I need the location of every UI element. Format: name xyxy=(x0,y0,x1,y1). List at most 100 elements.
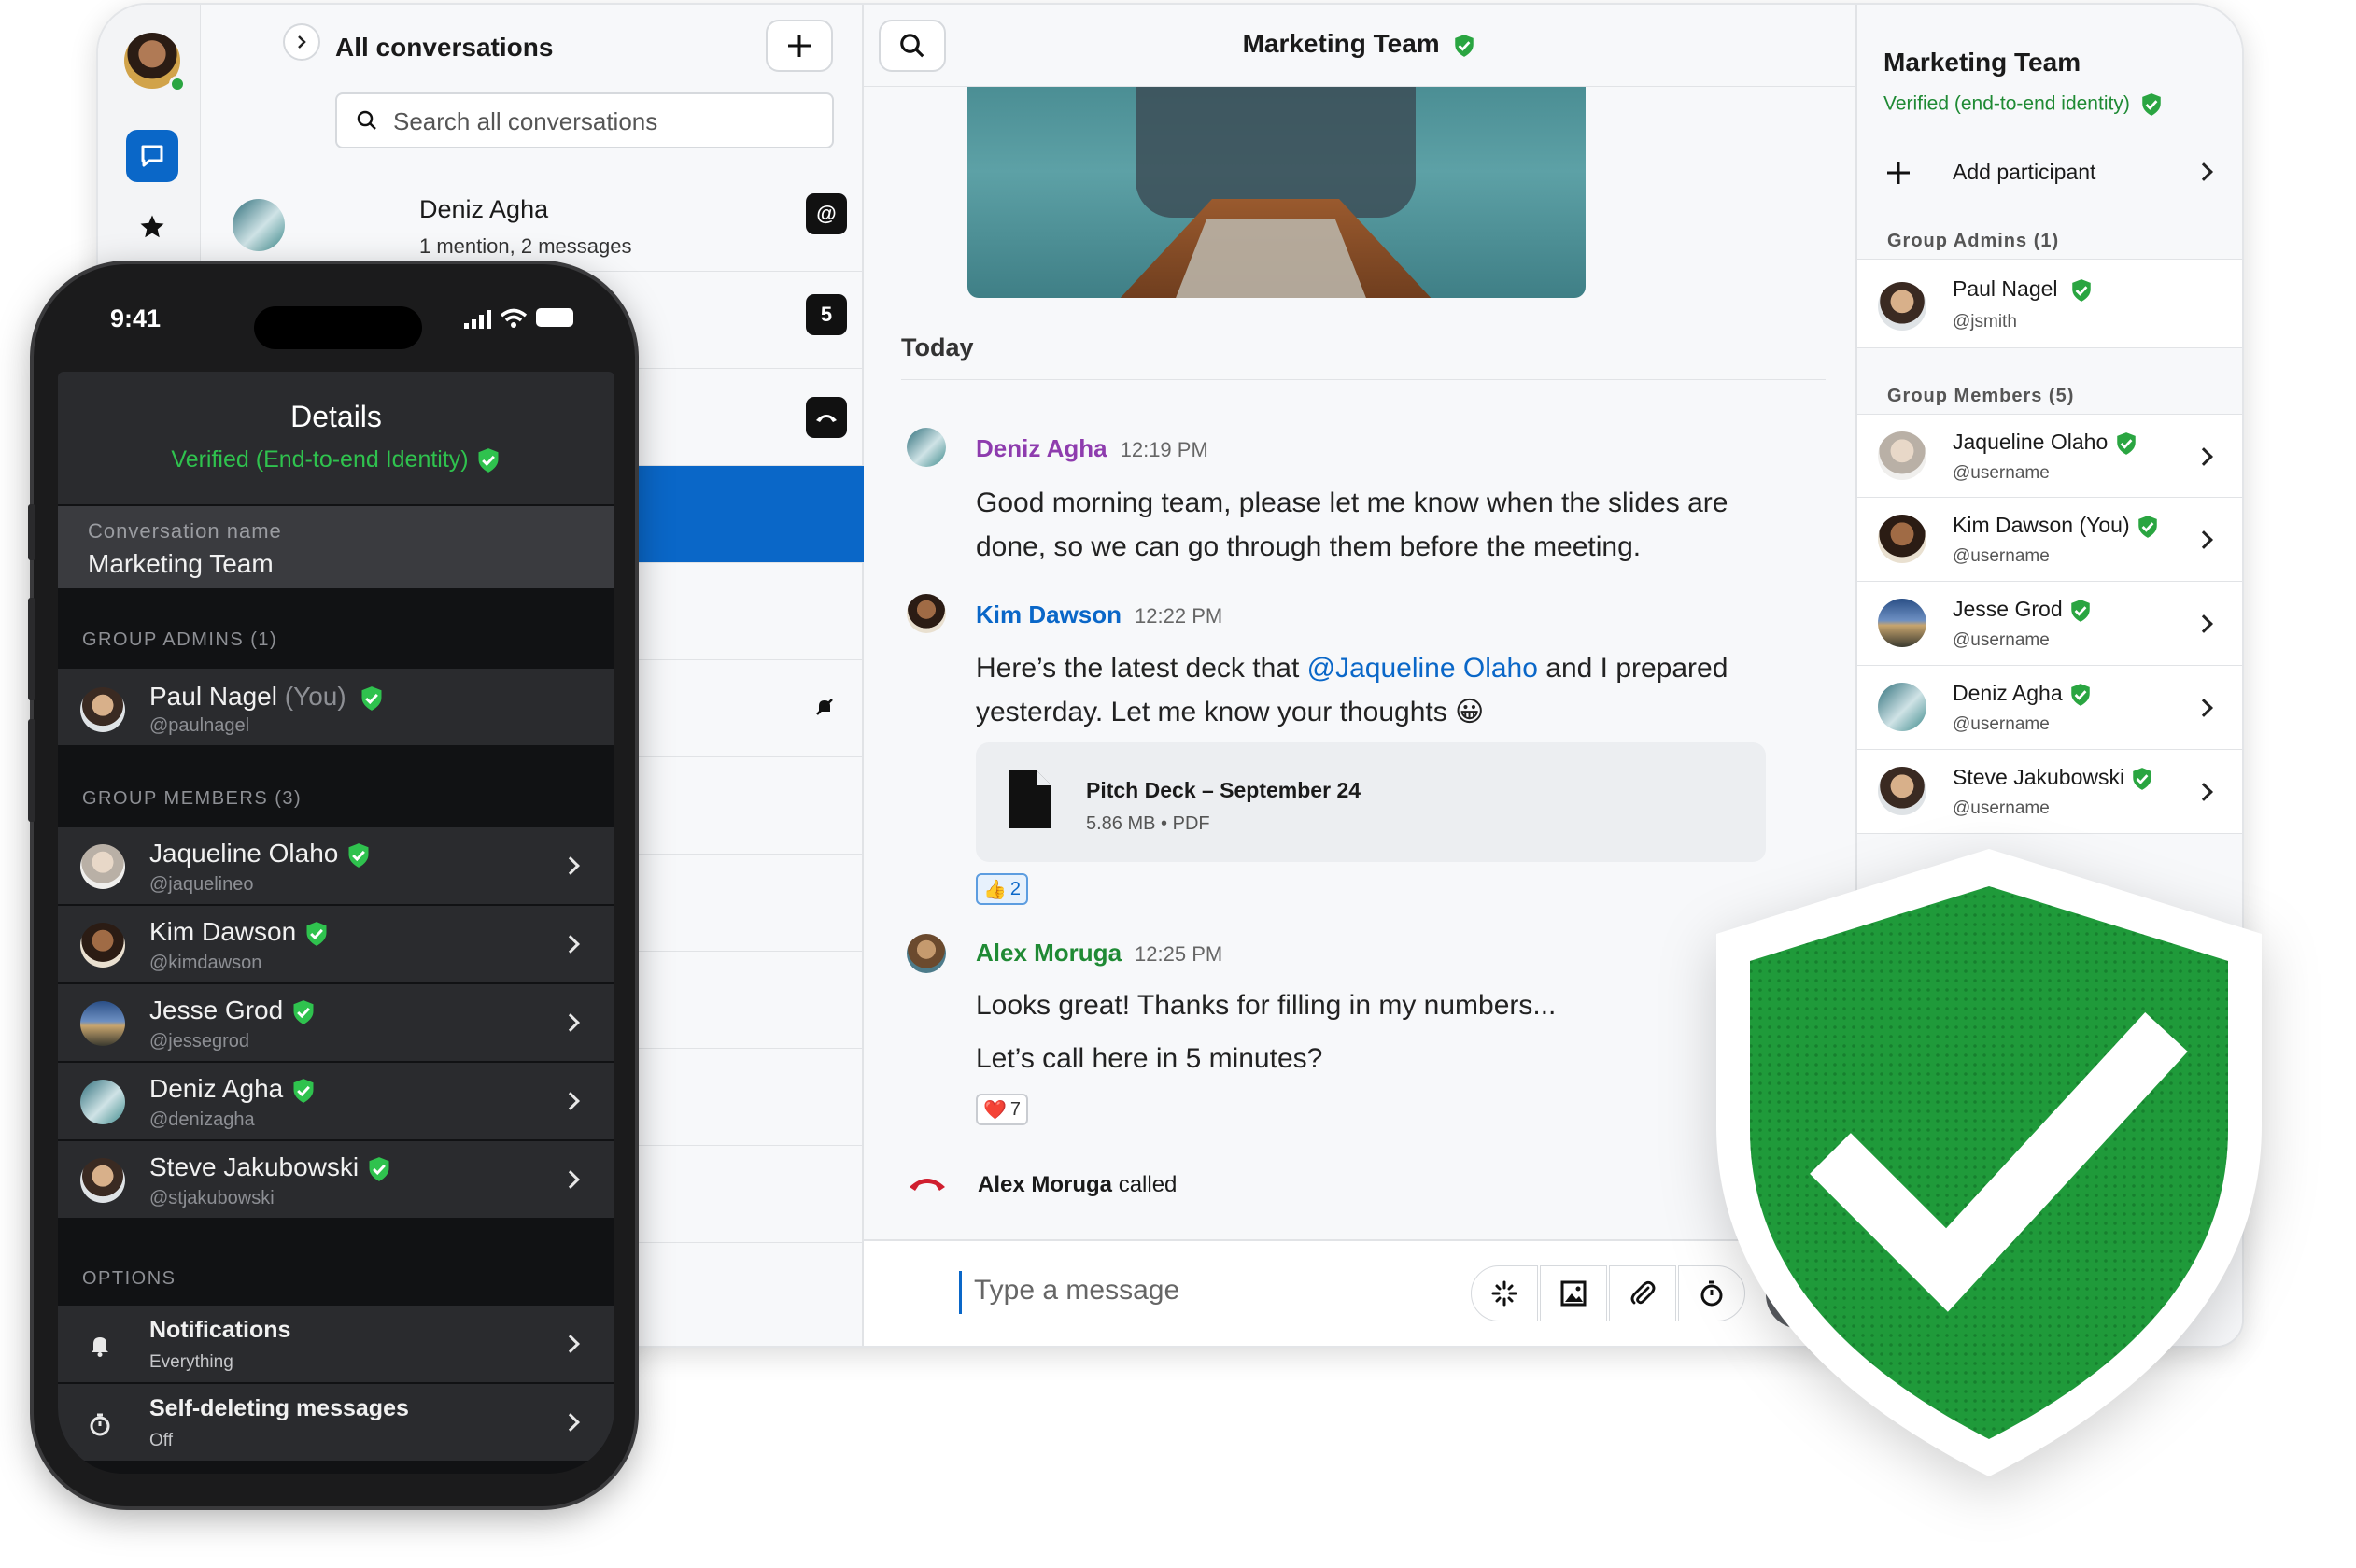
member-username: @jessegrod xyxy=(149,1031,250,1052)
avatar xyxy=(907,934,946,973)
file-icon xyxy=(1008,769,1052,830)
call-event-who: Alex Moruga xyxy=(978,1172,1113,1197)
phone-side-button xyxy=(28,504,35,560)
you-label: (You) xyxy=(276,682,346,711)
member-username: @kimdawson xyxy=(149,953,262,973)
member-row[interactable]: Deniz Agha @username xyxy=(1857,666,2242,750)
option-value: Off xyxy=(149,1431,173,1450)
text-cursor xyxy=(959,1271,962,1314)
verified-shield-icon xyxy=(1455,34,1474,57)
verified-shield-icon xyxy=(478,448,499,473)
option-label: Self-deleting messages xyxy=(149,1395,409,1421)
verified-shield-icon xyxy=(2141,93,2161,116)
add-participant-label: Add participant xyxy=(1953,160,2096,184)
shared-image[interactable] xyxy=(967,87,1586,298)
phone-options-header: OPTIONS xyxy=(82,1268,176,1289)
message-time: 12:22 PM xyxy=(1135,604,1223,628)
member-username: @username xyxy=(1953,798,2050,818)
dynamic-island xyxy=(254,306,422,349)
conversation-name-value: Marketing Team xyxy=(88,549,274,578)
phone-screen: Details Verified (End-to-end Identity) C… xyxy=(58,372,614,1474)
phone-member-row[interactable]: Kim Dawson @kimdawson xyxy=(58,906,614,984)
message-author[interactable]: Alex Moruga xyxy=(976,939,1122,967)
member-row[interactable]: Jaqueline Olaho @username xyxy=(1857,414,2242,498)
member-username: @username xyxy=(1953,463,2050,483)
chevron-right-icon xyxy=(561,1335,580,1353)
chevron-right-icon xyxy=(2194,783,2213,801)
call-event: Alex Moruga called xyxy=(978,1172,1177,1198)
phone-side-button xyxy=(28,719,35,822)
phone-verified: Verified (End-to-end Identity) xyxy=(58,446,614,473)
avatar xyxy=(907,428,946,467)
verified-shield-icon xyxy=(293,1078,314,1103)
verified-shield-icon xyxy=(361,685,382,711)
chevron-right-icon xyxy=(2194,699,2213,717)
phone-member-row[interactable]: Jesse Grod @jessegrod xyxy=(58,984,614,1063)
verified-shield-icon xyxy=(2071,684,2090,706)
new-conversation-button[interactable] xyxy=(766,20,833,72)
message-author[interactable]: Kim Dawson xyxy=(976,600,1122,629)
member-name: Jesse Grod xyxy=(149,996,284,1024)
attach-button[interactable] xyxy=(1609,1265,1676,1321)
file-attachment[interactable]: Pitch Deck – September 24 5.86 MB • PDF xyxy=(976,742,1766,862)
image-button[interactable] xyxy=(1540,1265,1607,1321)
favorites-star-icon[interactable] xyxy=(134,208,171,246)
member-name: Paul Nagel xyxy=(1953,276,2058,301)
reaction-chip[interactable]: 👍 2 xyxy=(976,873,1029,905)
member-name: Steve Jakubowski xyxy=(1953,765,2125,789)
member-row[interactable]: Jesse Grod @username xyxy=(1857,582,2242,666)
ping-button[interactable] xyxy=(1471,1265,1538,1321)
member-name: Kim Dawson (You) xyxy=(1953,513,2130,537)
reaction-chip[interactable]: ❤️ 7 xyxy=(976,1094,1029,1125)
conversations-icon[interactable] xyxy=(126,130,178,182)
phone-member-row[interactable]: Jaqueline Olaho @jaquelineo xyxy=(58,827,614,906)
reaction-count: 7 xyxy=(1009,1098,1022,1120)
chevron-right-icon xyxy=(2194,614,2213,633)
collapse-chevron-icon[interactable] xyxy=(283,23,320,61)
notifications-option[interactable]: Notifications Everything xyxy=(58,1306,614,1384)
verified-shield-icon xyxy=(348,842,369,868)
message-header: Alex Moruga 12:25 PM xyxy=(976,939,1222,968)
member-row[interactable]: Kim Dawson (You) @username xyxy=(1857,498,2242,582)
composer: Type a message xyxy=(864,1239,1855,1346)
option-value: Everything xyxy=(149,1352,233,1372)
avatar xyxy=(80,1080,125,1124)
avatar xyxy=(907,594,946,633)
message-input[interactable]: Type a message xyxy=(974,1275,1179,1307)
chevron-right-icon xyxy=(2194,530,2213,549)
conversation-name: Deniz Agha xyxy=(419,195,549,223)
unread-count-badge: 5 xyxy=(806,294,847,335)
phone-member-row[interactable]: Deniz Agha @denizagha xyxy=(58,1063,614,1141)
security-shield-icon xyxy=(1709,845,2269,1480)
search-placeholder: Search all conversations xyxy=(393,107,658,135)
mention-link[interactable]: @Jaqueline Olaho xyxy=(1307,653,1538,684)
message-text-part: Here’s the latest deck that xyxy=(976,653,1307,684)
plus-icon xyxy=(1882,156,1915,190)
admin-row[interactable]: Paul Nagel @jsmith xyxy=(1857,259,2242,348)
search-field[interactable]: Search all conversations xyxy=(335,92,834,148)
details-title: Marketing Team xyxy=(1883,48,2081,77)
verified-shield-icon xyxy=(2071,600,2090,622)
avatar xyxy=(80,687,125,732)
member-name: Deniz Agha xyxy=(1953,681,2063,705)
avatar xyxy=(1878,683,1926,731)
muted-bell-icon xyxy=(810,692,839,722)
phone-member-row[interactable]: Steve Jakubowski @stjakubowski xyxy=(58,1141,614,1220)
conversation-name-field[interactable]: Conversation name Marketing Team xyxy=(58,506,614,588)
conversation-row[interactable]: Deniz Agha 1 mention, 2 messages @ xyxy=(201,175,864,272)
message-author[interactable]: Deniz Agha xyxy=(976,434,1107,462)
message-text: Good morning team, please let me know wh… xyxy=(976,487,1728,562)
avatar xyxy=(1878,599,1926,647)
verified-shield-icon xyxy=(2133,768,2152,790)
chevron-right-icon xyxy=(561,1092,580,1110)
verified-shield-icon xyxy=(2138,516,2157,538)
add-participant-row[interactable]: Add participant xyxy=(1857,143,2242,203)
reaction-emoji: 👍 xyxy=(983,879,1007,900)
battery-icon xyxy=(536,308,573,327)
avatar xyxy=(80,844,125,889)
phone-status-time: 9:41 xyxy=(110,304,162,332)
member-row[interactable]: Steve Jakubowski @username xyxy=(1857,750,2242,834)
conversation-name-label: Conversation name xyxy=(88,519,282,543)
self-deleting-option[interactable]: Self-deleting messages Off xyxy=(58,1384,614,1462)
phone-admin-row[interactable]: Paul Nagel (You) @paulnagel xyxy=(58,669,614,747)
